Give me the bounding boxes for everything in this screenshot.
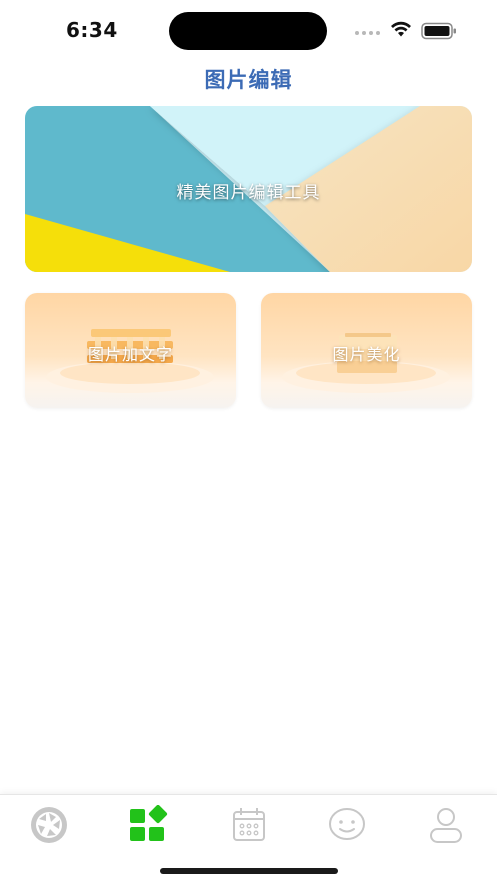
hero-label: 精美图片编辑工具 bbox=[176, 183, 321, 203]
dynamic-island bbox=[169, 12, 327, 50]
cellular-signal-icon bbox=[355, 31, 380, 35]
battery-icon bbox=[421, 22, 456, 40]
screen: 6:34 图片编辑 精美图片编辑工具 图片加文字 图片美化 bbox=[0, 0, 497, 883]
tab-calendar-icon[interactable] bbox=[229, 805, 269, 845]
home-indicator[interactable] bbox=[160, 868, 338, 874]
hero-banner[interactable]: 精美图片编辑工具 bbox=[25, 106, 472, 272]
feature-card-beautify-label: 图片美化 bbox=[332, 345, 401, 364]
feature-card-beautify[interactable]: 图片美化 bbox=[261, 293, 472, 408]
tab-smiley-icon[interactable] bbox=[327, 805, 367, 845]
feature-card-add-text[interactable]: 图片加文字 bbox=[25, 293, 236, 408]
feature-card-add-text-label: 图片加文字 bbox=[87, 345, 173, 364]
tab-aperture-icon[interactable] bbox=[29, 805, 69, 845]
wifi-icon bbox=[391, 21, 411, 37]
page-title: 图片编辑 bbox=[204, 68, 293, 92]
tab-profile-icon[interactable] bbox=[426, 805, 466, 845]
status-time: 6:34 bbox=[66, 18, 118, 42]
tab-grid-apps-icon[interactable] bbox=[129, 805, 169, 845]
